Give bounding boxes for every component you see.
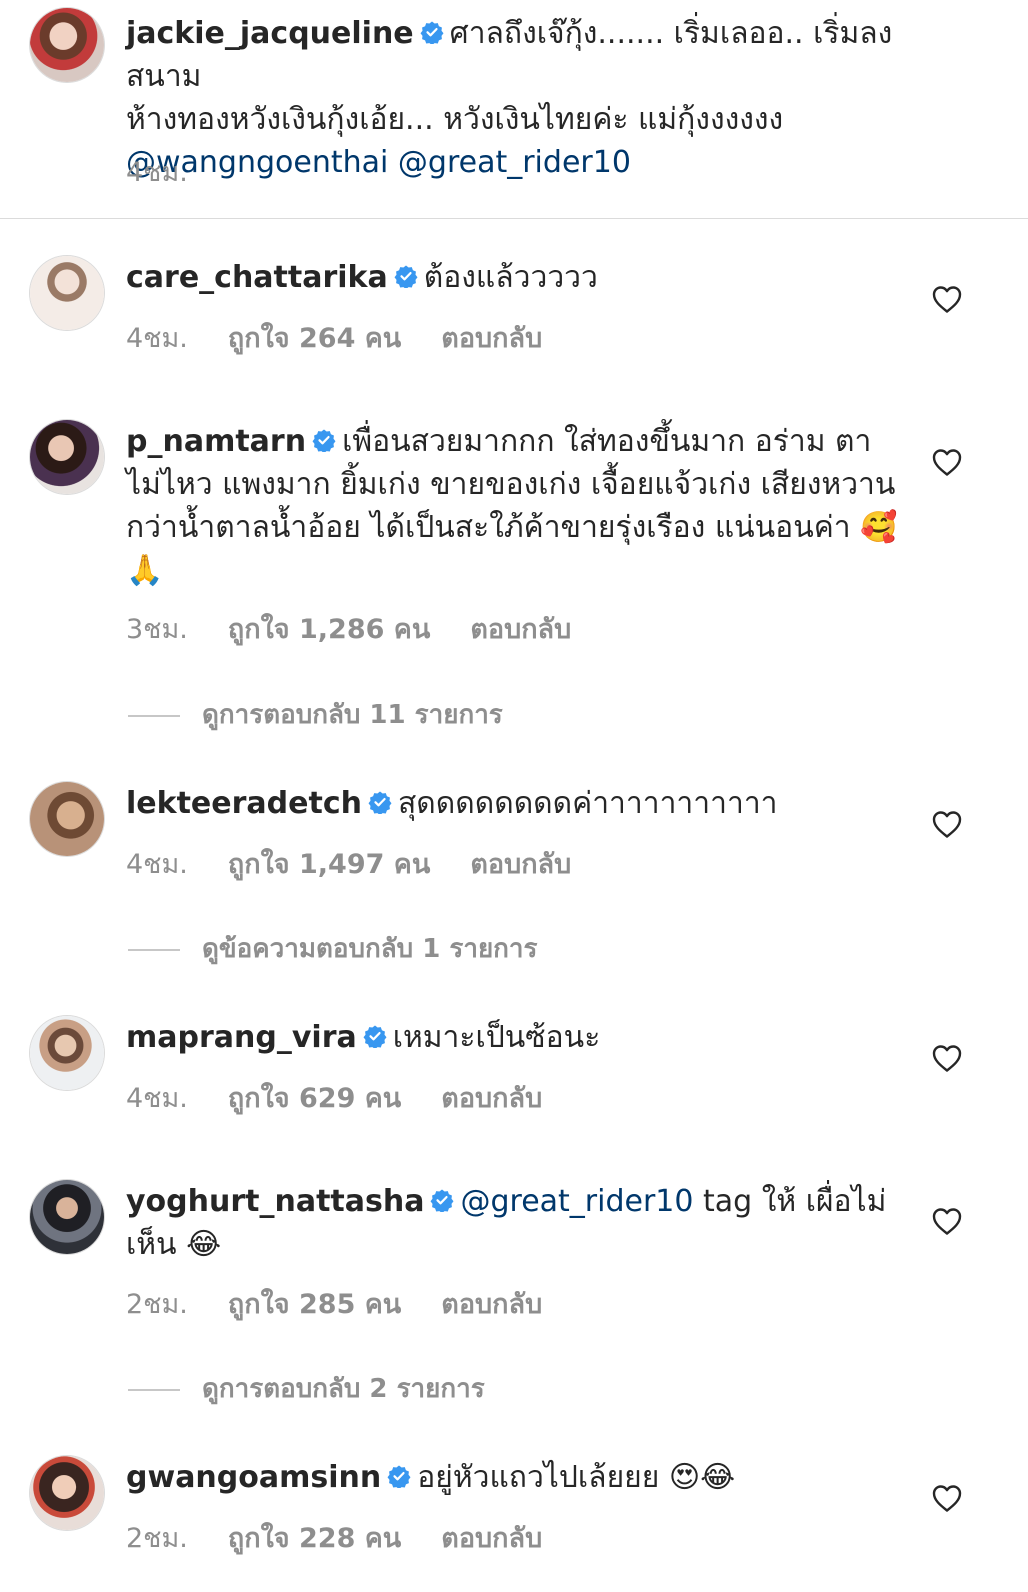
comments-page: jackie_jacqueline ศาลถึงเจ๊กุ้ง....... เร… bbox=[0, 0, 1028, 1592]
comment-text: lekteeradetch สุดดดดดดดดค่าาาาาาาาาาา bbox=[126, 782, 996, 825]
view-replies-link[interactable]: ดูข้อความตอบกลับ 1 รายการ bbox=[128, 928, 538, 969]
caption-username[interactable]: jackie_jacqueline bbox=[126, 16, 414, 51]
comment-username[interactable]: gwangoamsinn bbox=[126, 1460, 381, 1495]
comment-body: ต้องแล้ววววว bbox=[423, 260, 598, 295]
verified-badge-icon bbox=[430, 1188, 454, 1212]
reply-button[interactable]: ตอบกลับ bbox=[470, 842, 571, 885]
avatar[interactable] bbox=[30, 1180, 104, 1254]
verified-badge-icon bbox=[368, 790, 392, 814]
avatar[interactable] bbox=[30, 8, 104, 82]
comment-text: yoghurt_nattasha @great_rider10 tag ให้ เ… bbox=[126, 1180, 906, 1266]
comment-likes[interactable]: ถูกใจ 264 คน bbox=[228, 316, 401, 359]
avatar[interactable] bbox=[30, 420, 104, 494]
caption-body-2: ห้างทองหวังเงินกุ้งเอ้ย... หวังเงินไทยค่… bbox=[126, 102, 784, 137]
divider bbox=[0, 218, 1028, 219]
comment-body: เหมาะเป็นซ้อนะ bbox=[392, 1020, 601, 1055]
replies-divider bbox=[128, 714, 180, 717]
reply-button[interactable]: ตอบกลับ bbox=[441, 1076, 542, 1119]
comment-username[interactable]: maprang_vira bbox=[126, 1020, 357, 1055]
view-replies-link[interactable]: ดูการตอบกลับ 11 รายการ bbox=[128, 694, 503, 735]
replies-divider bbox=[128, 948, 180, 951]
caption-time: 4ชม. bbox=[126, 157, 188, 188]
avatar[interactable] bbox=[30, 782, 104, 856]
view-replies-label[interactable]: ดูการตอบกลับ 2 รายการ bbox=[202, 1374, 485, 1404]
comment-time: 4ชม. bbox=[126, 1083, 188, 1114]
heart-outline-icon[interactable] bbox=[931, 809, 963, 839]
reply-button[interactable]: ตอบกลับ bbox=[441, 316, 542, 359]
comment-meta: 2ชม. ถูกใจ 228 คน ตอบกลับ bbox=[126, 1516, 542, 1559]
comment-text: maprang_vira เหมาะเป็นซ้อนะ bbox=[126, 1016, 996, 1059]
verified-badge-icon bbox=[387, 1464, 411, 1488]
comment-meta: 4ชม. ถูกใจ 629 คน ตอบกลับ bbox=[126, 1076, 542, 1119]
comment-time: 4ชม. bbox=[126, 323, 188, 354]
view-replies-label[interactable]: ดูการตอบกลับ 11 รายการ bbox=[202, 700, 503, 730]
verified-badge-icon bbox=[420, 20, 444, 44]
comment-meta: 4ชม. ถูกใจ 264 คน ตอบกลับ bbox=[126, 316, 542, 359]
verified-badge-icon bbox=[363, 1024, 387, 1048]
comment-meta: 4ชม. ถูกใจ 1,497 คน ตอบกลับ bbox=[126, 842, 571, 885]
comment-body: สุดดดดดดดดค่าาาาาาาาาาา bbox=[397, 786, 778, 821]
comment-text: gwangoamsinn อยู่หัวแถวไปเล้ยยย 😍😂 bbox=[126, 1456, 996, 1499]
caption-meta: 4ชม. bbox=[126, 150, 188, 193]
comment-emoji: 😍😂 bbox=[668, 1460, 736, 1495]
comment-time: 4ชม. bbox=[126, 849, 188, 880]
comment-likes[interactable]: ถูกใจ 285 คน bbox=[228, 1282, 401, 1325]
heart-outline-icon[interactable] bbox=[931, 1043, 963, 1073]
comment-likes[interactable]: ถูกใจ 1,286 คน bbox=[228, 607, 430, 650]
reply-button[interactable]: ตอบกลับ bbox=[441, 1282, 542, 1325]
caption-mention-2[interactable]: @great_rider10 bbox=[398, 145, 631, 180]
heart-outline-icon[interactable] bbox=[931, 1206, 963, 1236]
comment-time: 3ชม. bbox=[126, 614, 188, 645]
heart-outline-icon[interactable] bbox=[931, 284, 963, 314]
comment-time: 2ชม. bbox=[126, 1289, 188, 1320]
view-replies-label[interactable]: ดูข้อความตอบกลับ 1 รายการ bbox=[202, 934, 538, 964]
heart-outline-icon[interactable] bbox=[931, 447, 963, 477]
avatar[interactable] bbox=[30, 256, 104, 330]
comment-time: 2ชม. bbox=[126, 1523, 188, 1554]
comment-username[interactable]: p_namtarn bbox=[126, 424, 306, 459]
comment-body: อยู่หัวแถวไปเล้ยยย bbox=[417, 1460, 660, 1495]
comment-username[interactable]: yoghurt_nattasha bbox=[126, 1184, 424, 1219]
comment-meta: 2ชม. ถูกใจ 285 คน ตอบกลับ bbox=[126, 1282, 542, 1325]
heart-outline-icon[interactable] bbox=[931, 1483, 963, 1513]
comment-text: p_namtarn เพื่อนสวยมากกก ใส่ทองขึ้นมาก อร… bbox=[126, 420, 906, 592]
reply-button[interactable]: ตอบกลับ bbox=[470, 607, 571, 650]
comment-meta: 3ชม. ถูกใจ 1,286 คน ตอบกลับ bbox=[126, 607, 571, 650]
comment-text: care_chattarika ต้องแล้ววววว bbox=[126, 256, 996, 299]
verified-badge-icon bbox=[394, 264, 418, 288]
replies-divider bbox=[128, 1388, 180, 1391]
comment-likes[interactable]: ถูกใจ 629 คน bbox=[228, 1076, 401, 1119]
comment-mention[interactable]: @great_rider10 bbox=[460, 1184, 693, 1219]
reply-button[interactable]: ตอบกลับ bbox=[441, 1516, 542, 1559]
comment-emoji: 😂 bbox=[186, 1227, 222, 1262]
comment-likes[interactable]: ถูกใจ 228 คน bbox=[228, 1516, 401, 1559]
view-replies-link[interactable]: ดูการตอบกลับ 2 รายการ bbox=[128, 1368, 485, 1409]
avatar[interactable] bbox=[30, 1016, 104, 1090]
comment-likes[interactable]: ถูกใจ 1,497 คน bbox=[228, 842, 430, 885]
verified-badge-icon bbox=[312, 428, 336, 452]
avatar[interactable] bbox=[30, 1456, 104, 1530]
comment-username[interactable]: care_chattarika bbox=[126, 260, 388, 295]
comment-username[interactable]: lekteeradetch bbox=[126, 786, 362, 821]
caption-text: jackie_jacqueline ศาลถึงเจ๊กุ้ง....... เร… bbox=[126, 12, 906, 184]
